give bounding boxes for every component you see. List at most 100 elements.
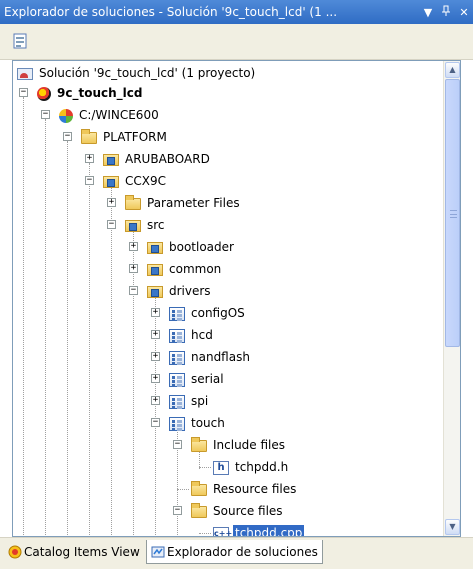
folder-icon	[191, 503, 207, 518]
subproject-icon	[169, 328, 185, 343]
expand-toggle[interactable]: +	[151, 396, 160, 405]
tree-node-common[interactable]: common	[147, 259, 223, 279]
tree-node-label: C:/WINCE600	[79, 108, 159, 122]
subproject-icon	[169, 372, 185, 387]
expand-toggle[interactable]: +	[107, 198, 116, 207]
tree-node-label: tchpdd.cpp	[233, 525, 305, 536]
tree-node-label: nandflash	[191, 350, 250, 364]
tab-explorador-de-soluciones[interactable]: Explorador de soluciones	[146, 540, 323, 564]
collapse-toggle[interactable]: −	[63, 132, 72, 141]
tree-node-nandflash[interactable]: nandflash	[169, 347, 252, 367]
expand-toggle[interactable]: +	[151, 374, 160, 383]
solution-icon	[17, 68, 33, 80]
tree-node-drivers[interactable]: drivers	[147, 281, 213, 301]
tree-node-label: Resource files	[213, 482, 297, 496]
tree-node-label: Include files	[213, 438, 286, 452]
tree-node-label: configOS	[191, 306, 245, 320]
window-dropdown-button[interactable]: ▼	[419, 6, 437, 19]
project-folder-icon	[103, 154, 119, 166]
project-folder-icon	[147, 242, 163, 254]
wince-root-icon	[59, 108, 73, 123]
tree-node-configos[interactable]: configOS	[169, 303, 247, 323]
tree-node-label: src	[147, 218, 165, 232]
project-folder-icon	[147, 286, 163, 298]
tree-node-project[interactable]: 9c_touch_lcd	[37, 83, 144, 103]
tree-node-arubaboard[interactable]: ARUBABOARD	[103, 149, 212, 169]
vertical-scrollbar[interactable]: ▲ ▼	[443, 61, 460, 536]
toolbar	[0, 24, 473, 60]
solution-explorer-icon	[151, 545, 165, 559]
collapse-toggle[interactable]: −	[173, 440, 182, 449]
expand-toggle[interactable]: +	[85, 154, 94, 163]
project-folder-icon	[147, 264, 163, 276]
panel-tab-bar: Catalog Items View Explorador de solucio…	[0, 537, 473, 569]
tree-node-tchpdd-h[interactable]: h tchpdd.h	[213, 457, 290, 477]
expand-toggle[interactable]: +	[151, 308, 160, 317]
tab-catalog-items-view[interactable]: Catalog Items View	[4, 540, 144, 564]
folder-icon	[191, 481, 207, 496]
collapse-toggle[interactable]: −	[85, 176, 94, 185]
tree-node-wince[interactable]: C:/WINCE600	[59, 105, 161, 125]
subproject-icon	[169, 416, 185, 431]
scroll-up-arrow-icon[interactable]: ▲	[445, 62, 460, 78]
folder-icon	[191, 437, 207, 452]
expand-toggle[interactable]: +	[151, 330, 160, 339]
subproject-icon	[169, 306, 185, 321]
tree-node-label: hcd	[191, 328, 213, 342]
tree-node-hcd[interactable]: hcd	[169, 325, 215, 345]
expand-toggle[interactable]: +	[129, 242, 138, 251]
tree-node-label: bootloader	[169, 240, 234, 254]
collapse-toggle[interactable]: −	[173, 506, 182, 515]
collapse-toggle[interactable]: −	[129, 286, 138, 295]
tree-node-ccx9c[interactable]: CCX9C	[103, 171, 168, 191]
cpp-file-icon: c++	[213, 526, 232, 536]
tree-node-src[interactable]: src	[125, 215, 167, 235]
tree-node-source-files[interactable]: Source files	[191, 501, 285, 521]
tree-node-label: CCX9C	[125, 174, 166, 188]
subproject-icon	[169, 394, 185, 409]
visual-studio-project-icon	[37, 86, 51, 101]
tree-node-label: serial	[191, 372, 224, 386]
tree-node-label: spi	[191, 394, 209, 408]
tree-node-label: common	[169, 262, 222, 276]
tree-node-tchpdd-cpp[interactable]: c++ tchpdd.cpp	[213, 523, 305, 536]
collapse-toggle[interactable]: −	[19, 88, 28, 97]
scrollbar-thumb[interactable]	[445, 79, 460, 347]
header-file-icon: h	[213, 460, 229, 475]
scroll-down-arrow-icon[interactable]: ▼	[445, 519, 460, 535]
title-bar: Explorador de soluciones - Solución '9c_…	[0, 0, 473, 24]
window-title: Explorador de soluciones - Solución '9c_…	[4, 5, 338, 19]
collapse-toggle[interactable]: −	[41, 110, 50, 119]
collapse-toggle[interactable]: −	[107, 220, 116, 229]
subproject-icon	[169, 350, 185, 365]
tree-node-label: ARUBABOARD	[125, 152, 210, 166]
tree-node-platform[interactable]: PLATFORM	[81, 127, 169, 147]
tree-node-label: drivers	[169, 284, 211, 298]
collapse-toggle[interactable]: −	[151, 418, 160, 427]
tree-node-touch[interactable]: touch	[169, 413, 227, 433]
tree-node-resource-files[interactable]: Resource files	[191, 479, 298, 499]
tree-node-label: Solución '9c_touch_lcd' (1 proyecto)	[39, 66, 256, 80]
properties-icon[interactable]	[12, 33, 28, 49]
folder-icon	[125, 195, 141, 210]
tree-node-label: tchpdd.h	[235, 460, 289, 474]
tree-node-spi[interactable]: spi	[169, 391, 210, 411]
tab-label: Catalog Items View	[24, 545, 140, 559]
pin-button[interactable]	[437, 5, 455, 20]
project-folder-icon	[103, 176, 119, 188]
tree-node-label: 9c_touch_lcd	[57, 86, 143, 100]
tree-node-solution[interactable]: Solución '9c_touch_lcd' (1 proyecto)	[17, 63, 257, 83]
tree-node-bootloader[interactable]: bootloader	[147, 237, 236, 257]
tab-label: Explorador de soluciones	[167, 544, 318, 559]
tree-node-include-files[interactable]: Include files	[191, 435, 287, 455]
tree-node-parameter-files[interactable]: Parameter Files	[125, 193, 242, 213]
tree-node-serial[interactable]: serial	[169, 369, 226, 389]
tree-node-label: Parameter Files	[147, 196, 240, 210]
expand-toggle[interactable]: +	[151, 352, 160, 361]
tree-node-label: Source files	[213, 504, 283, 518]
close-button[interactable]: ✕	[455, 6, 473, 19]
expand-toggle[interactable]: +	[129, 264, 138, 273]
project-folder-icon	[125, 220, 141, 232]
solution-tree[interactable]: Solución '9c_touch_lcd' (1 proyecto) − 9…	[12, 60, 461, 537]
tree-node-label: PLATFORM	[103, 130, 167, 144]
